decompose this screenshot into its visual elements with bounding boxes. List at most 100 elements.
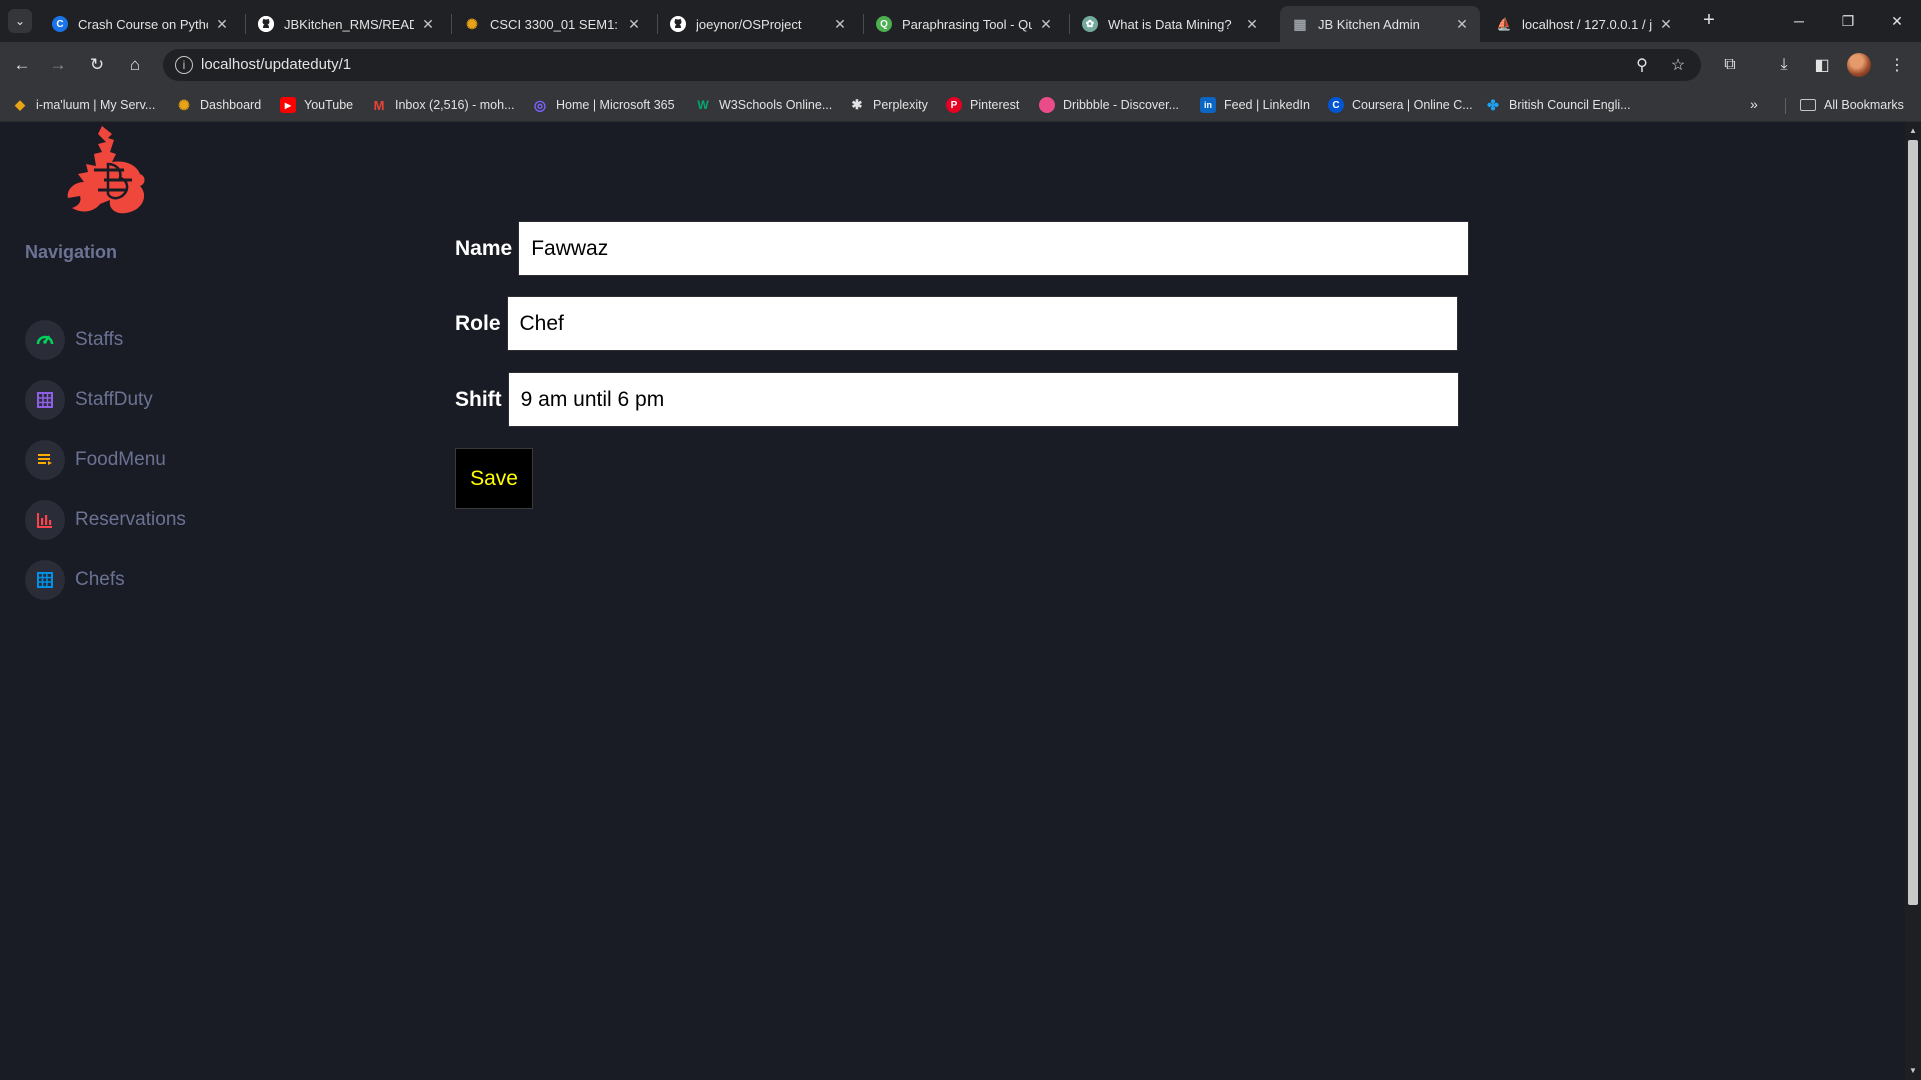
bookmark-label: W3Schools Online... — [719, 98, 833, 112]
scrollbar-thumb[interactable] — [1908, 140, 1918, 905]
tab-title: What is Data Mining? — [1108, 16, 1232, 32]
tab-osproject[interactable]: joeynor/OSProject ✕ — [658, 6, 858, 42]
tab-title: joeynor/OSProject — [696, 16, 802, 32]
tab-crash-course[interactable]: C Crash Course on Python ✕ — [40, 6, 240, 42]
page-favicon-icon: ▦ — [1293, 15, 1307, 32]
restore-icon[interactable]: ❐ — [1824, 0, 1872, 42]
bookmark-label: Home | Microsoft 365 — [556, 98, 675, 112]
profile-avatar[interactable] — [1847, 53, 1871, 77]
menu-icon[interactable]: ⋮ — [1885, 53, 1909, 77]
scroll-up-icon[interactable]: ▲ — [1908, 126, 1918, 136]
site-info-icon[interactable]: i — [175, 56, 193, 74]
bookmark-youtube[interactable]: ▶ YouTube — [280, 94, 353, 116]
zoom-icon[interactable]: ⚲ — [1633, 56, 1651, 74]
jb-kitchen-logo — [67, 126, 145, 214]
coursera-icon: C — [1328, 97, 1344, 113]
bookmark-dribbble[interactable]: ● Dribbble - Discover... — [1039, 94, 1179, 116]
sidebar-item-chefs[interactable]: Chefs — [25, 558, 285, 602]
name-input[interactable] — [518, 221, 1470, 276]
playlist-icon — [25, 440, 65, 480]
bookmark-divider — [1785, 98, 1786, 114]
github-icon — [670, 16, 686, 32]
sidebar-item-label: Chefs — [75, 569, 125, 590]
minimize-icon[interactable]: ─ — [1775, 0, 1823, 42]
role-input[interactable] — [506, 296, 1458, 351]
back-icon[interactable]: ← — [10, 53, 34, 77]
bookmark-star-icon[interactable]: ☆ — [1669, 56, 1687, 74]
reload-icon[interactable]: ↻ — [85, 53, 109, 77]
tab-csci-3300[interactable]: ✺ CSCI 3300_01 SEM1: Lin ✕ — [452, 6, 652, 42]
close-tab-icon[interactable]: ✕ — [626, 16, 642, 33]
scroll-down-icon[interactable]: ▼ — [1908, 1066, 1918, 1076]
tab-paraphrasing-tool[interactable]: Q Paraphrasing Tool - Quil ✕ — [864, 6, 1064, 42]
bookmark-perplexity[interactable]: ✱ Perplexity — [849, 94, 928, 116]
bookmark-w3schools[interactable]: W W3Schools Online... — [695, 94, 832, 116]
name-label: Name — [455, 236, 513, 260]
bookmark-label: YouTube — [304, 98, 354, 112]
youtube-icon: ▶ — [280, 97, 296, 113]
linkedin-icon: in — [1200, 97, 1216, 113]
chatgpt-favicon-icon: ✿ — [1082, 16, 1098, 32]
close-tab-icon[interactable]: ✕ — [420, 16, 436, 33]
close-tab-icon[interactable]: ✕ — [214, 16, 230, 33]
tab-phpmyadmin[interactable]: ⛵ localhost / 127.0.0.1 / jb ✕ — [1484, 6, 1684, 42]
bookmark-coursera[interactable]: C Coursera | Online C... — [1328, 94, 1473, 116]
tab-title: Crash Course on Python — [78, 16, 208, 32]
tab-jbkitchen-readme[interactable]: JBKitchen_RMS/README ✕ — [246, 6, 446, 42]
close-tab-icon[interactable]: ✕ — [832, 16, 848, 33]
tab-data-mining[interactable]: ✿ What is Data Mining? ✕ — [1070, 6, 1270, 42]
vertical-scrollbar[interactable]: ▲ ▼ — [1905, 122, 1921, 1080]
close-tab-icon[interactable]: ✕ — [1658, 16, 1674, 33]
new-tab-button[interactable]: + — [1696, 8, 1722, 34]
bookmark-label: British Council Engli... — [1509, 98, 1631, 112]
close-window-icon[interactable]: ✕ — [1873, 0, 1921, 42]
close-tab-icon[interactable]: ✕ — [1038, 16, 1054, 33]
perplexity-icon: ✱ — [851, 97, 863, 112]
download-icon[interactable]: ⤓ — [1772, 53, 1796, 77]
tab-jb-kitchen-admin[interactable]: ▦ JB Kitchen Admin ✕ — [1280, 6, 1480, 42]
address-bar[interactable]: i localhost/updateduty/1 ⚲ ☆ — [163, 49, 1701, 81]
tab-search-icon[interactable]: ⌄ — [8, 9, 32, 33]
sidebar-item-label: Reservations — [75, 509, 186, 530]
gmail-icon: M — [373, 97, 385, 113]
more-bookmarks-icon[interactable]: » — [1750, 96, 1758, 112]
bookmark-dashboard[interactable]: ✺ Dashboard — [176, 94, 261, 116]
bookmark-microsoft-365[interactable]: ◎ Home | Microsoft 365 — [532, 94, 675, 116]
shift-input[interactable] — [507, 372, 1459, 427]
role-label: Role — [455, 311, 501, 335]
sidebar-item-label: Staffs — [75, 329, 124, 350]
url-text[interactable]: localhost/updateduty/1 — [201, 56, 351, 73]
sidebar-item-foodmenu[interactable]: FoodMenu — [25, 438, 285, 482]
sidebar-item-reservations[interactable]: Reservations — [25, 498, 285, 542]
bookmark-gmail[interactable]: M Inbox (2,516) - moh... — [371, 94, 515, 116]
bookmark-british-council[interactable]: ✤ British Council Engli... — [1485, 94, 1631, 116]
close-tab-icon[interactable]: ✕ — [1454, 16, 1470, 33]
sidebar-item-staffs[interactable]: Staffs — [25, 318, 285, 362]
tab-title: JBKitchen_RMS/README — [284, 16, 414, 32]
tab-bar: ⌄ C Crash Course on Python ✕ JBKitchen_R… — [0, 0, 1921, 42]
bookmark-imaluum[interactable]: ◆ i-ma'luum | My Serv... — [12, 94, 155, 116]
bookmark-label: Pinterest — [970, 98, 1020, 112]
tab-title: JB Kitchen Admin — [1318, 16, 1420, 32]
bookmark-linkedin[interactable]: in Feed | LinkedIn — [1200, 94, 1310, 116]
bookmark-pinterest[interactable]: P Pinterest — [946, 94, 1019, 116]
folder-icon — [1800, 99, 1816, 111]
home-icon[interactable]: ⌂ — [123, 53, 147, 77]
github-icon — [258, 16, 274, 32]
save-button[interactable]: Save — [455, 448, 533, 509]
forward-icon[interactable]: → — [46, 53, 70, 77]
browser-toolbar: ← → ↻ ⌂ i localhost/updateduty/1 ⚲ ☆ ⧉ ⤓… — [0, 42, 1921, 88]
chart-bar-icon — [25, 500, 65, 540]
bookmark-label: Perplexity — [873, 98, 928, 112]
close-tab-icon[interactable]: ✕ — [1244, 16, 1260, 33]
sidebar-item-staffduty[interactable]: StaffDuty — [25, 378, 285, 422]
quillbot-favicon-icon: Q — [876, 16, 892, 32]
side-panel-icon[interactable]: ◧ — [1810, 53, 1834, 77]
all-bookmarks-folder[interactable]: All Bookmarks — [1800, 94, 1904, 116]
dashboard-icon: ✺ — [178, 96, 190, 113]
pinterest-icon: P — [946, 97, 962, 113]
tab-title: Paraphrasing Tool - Quil — [902, 16, 1032, 32]
tab-title: localhost / 127.0.0.1 / jb — [1522, 16, 1652, 32]
extensions-icon[interactable]: ⧉ — [1718, 53, 1742, 77]
role-row: Role — [455, 296, 1458, 351]
